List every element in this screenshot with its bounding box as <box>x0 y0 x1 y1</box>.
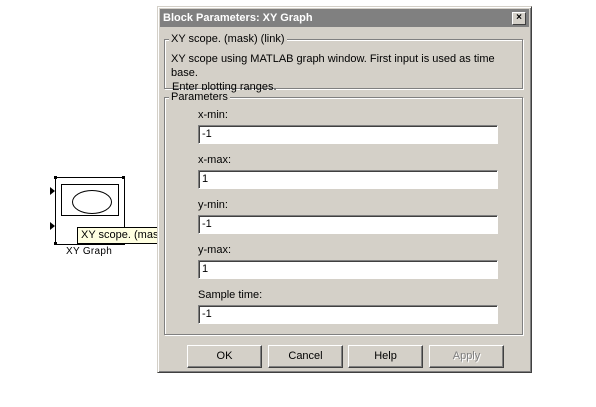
x-min-input[interactable]: -1 <box>198 125 498 144</box>
input-port-1-arrow-icon[interactable] <box>50 187 55 195</box>
close-icon: × <box>516 12 522 23</box>
ok-button[interactable]: OK <box>187 345 262 368</box>
dialog-title: Block Parameters: XY Graph <box>163 12 313 24</box>
ellipse-icon <box>72 190 112 214</box>
help-button[interactable]: Help <box>348 345 423 368</box>
y-min-label: y-min: <box>198 199 228 211</box>
description-group-title: XY scope. (mask) (link) <box>169 32 287 46</box>
x-max-label: x-max: <box>198 154 231 166</box>
apply-button[interactable]: Apply <box>429 345 504 368</box>
parameters-group-title: Parameters <box>169 90 230 104</box>
y-min-input[interactable]: -1 <box>198 215 498 234</box>
input-port-2-arrow-icon[interactable] <box>50 222 55 230</box>
description-group: XY scope. (mask) (link) XY scope using M… <box>164 32 523 93</box>
sample-time-input[interactable]: -1 <box>198 305 498 324</box>
selection-handle-bottom-left[interactable] <box>54 242 57 245</box>
y-max-label: y-max: <box>198 244 231 256</box>
description-line-1: XY scope using MATLAB graph window. Firs… <box>171 53 495 79</box>
block-name-label[interactable]: XY Graph <box>66 246 112 257</box>
sample-time-label: Sample time: <box>198 289 263 301</box>
dialog-titlebar[interactable]: Block Parameters: XY Graph × <box>160 9 529 27</box>
scope-display-icon <box>61 184 119 216</box>
selection-handle-top-right[interactable] <box>122 176 125 179</box>
close-button[interactable]: × <box>512 12 526 25</box>
description-text: XY scope using MATLAB graph window. Firs… <box>171 52 518 94</box>
selection-handle-top-left[interactable] <box>54 176 57 179</box>
block-parameters-dialog: Block Parameters: XY Graph × XY scope. (… <box>157 6 532 373</box>
parameters-group: Parameters x-min: -1 x-max: 1 y-min: -1 … <box>164 90 523 335</box>
x-min-label: x-min: <box>198 109 228 121</box>
cancel-button[interactable]: Cancel <box>268 345 343 368</box>
x-max-input[interactable]: 1 <box>198 170 498 189</box>
y-max-input[interactable]: 1 <box>198 260 498 279</box>
